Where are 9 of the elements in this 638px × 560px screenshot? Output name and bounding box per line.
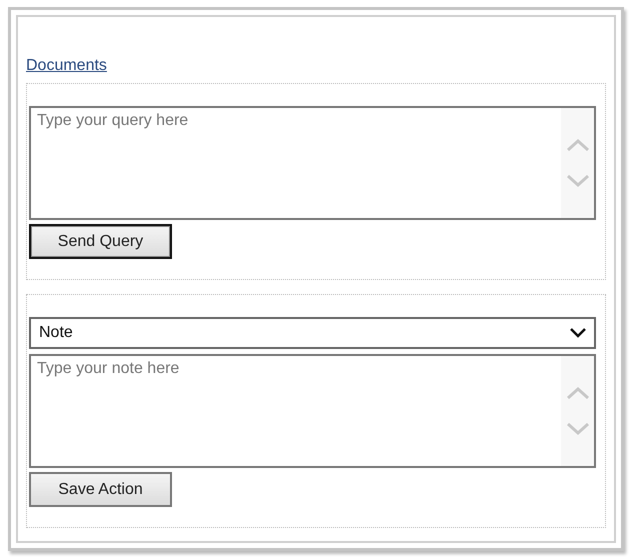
documents-link[interactable]: Documents	[26, 57, 107, 75]
send-query-button[interactable]: Send Query	[29, 224, 172, 259]
type-select[interactable]: Note	[29, 317, 596, 349]
dropdown-icon	[570, 328, 586, 338]
scroll-up-icon[interactable]	[566, 138, 590, 152]
scroll-down-icon[interactable]	[566, 174, 590, 188]
scroll-down-icon[interactable]	[566, 422, 590, 436]
save-action-button[interactable]: Save Action	[29, 472, 172, 507]
scroll-up-icon[interactable]	[566, 386, 590, 400]
